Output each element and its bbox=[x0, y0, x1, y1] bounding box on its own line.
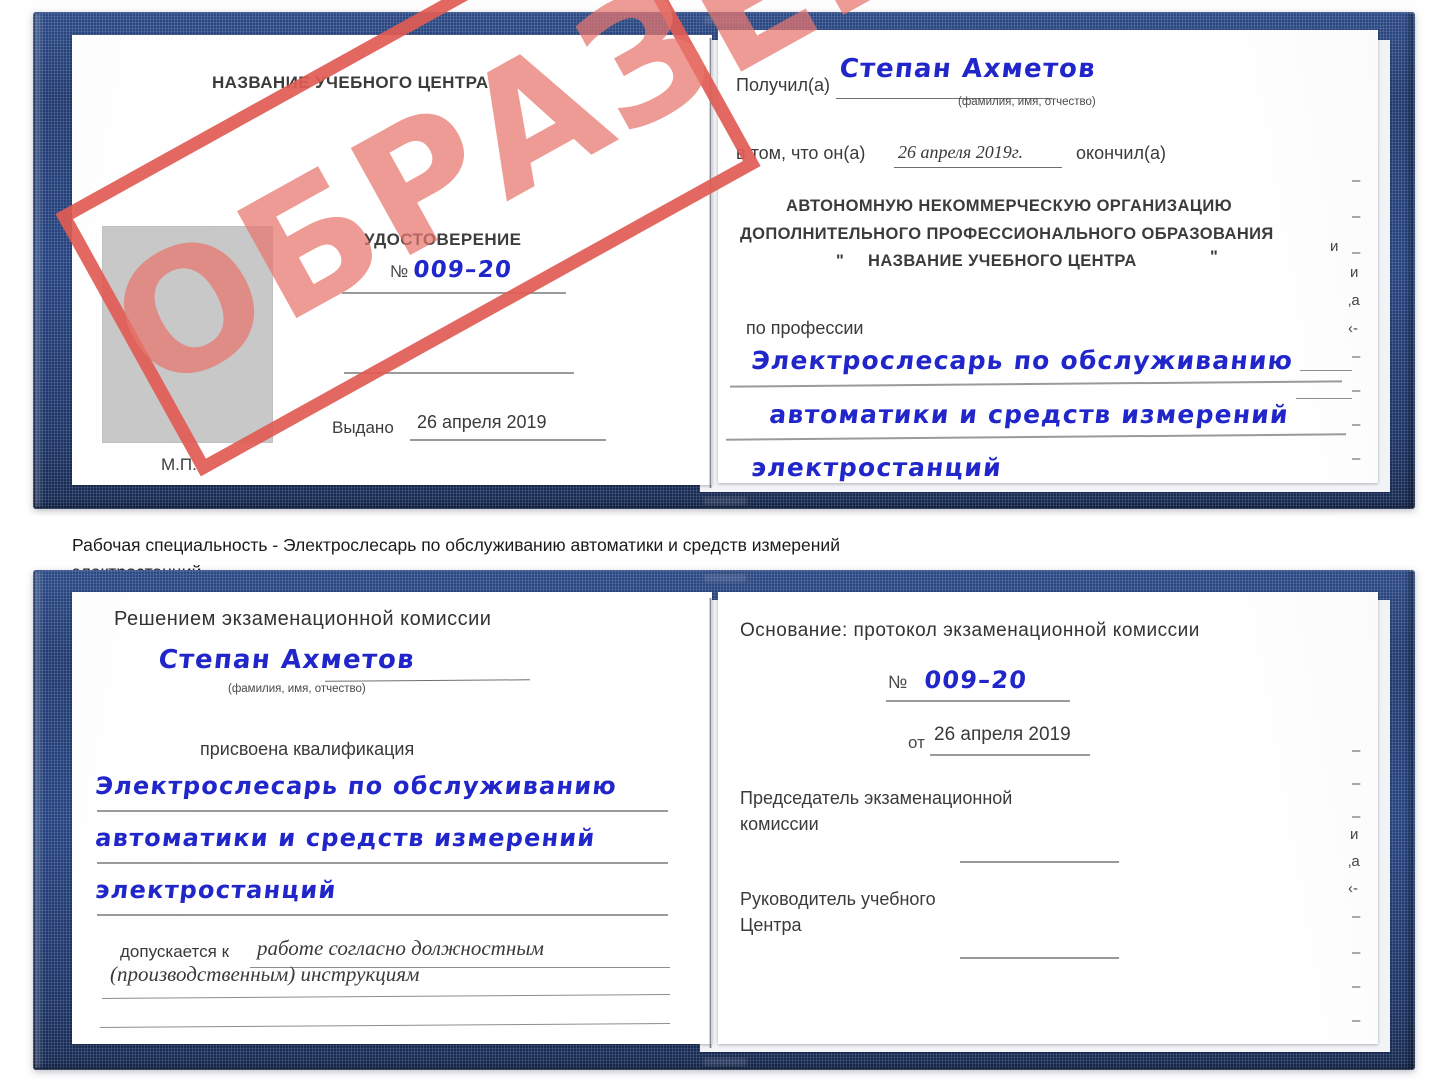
top-left-issued-rule bbox=[410, 439, 606, 441]
screenshot-root: НАЗВАНИЕ УЧЕБНОГО ЦЕНТРА УДОСТОВЕРЕНИЕ №… bbox=[0, 0, 1448, 1085]
bottom-left-allowed-label: допускается к bbox=[120, 942, 230, 961]
top-left-number-rule bbox=[342, 292, 566, 294]
bottom-right-chair-sign-rule bbox=[960, 861, 1119, 863]
top-left-center-name: НАЗВАНИЕ УЧЕБНОГО ЦЕНТРА bbox=[212, 73, 489, 92]
top-right-in-that-value: 26 апреля 2019г. bbox=[898, 142, 1024, 162]
cover-notch-bottom-2 bbox=[703, 1057, 747, 1067]
top-right-profession-line1: Электрослесарь по обслуживанию bbox=[750, 346, 1295, 375]
top-left-doc-title: УДОСТОВЕРЕНИЕ bbox=[364, 230, 522, 249]
cover-shadow-right bbox=[1404, 14, 1413, 507]
cover-notch-top-2 bbox=[703, 573, 747, 583]
top-right-profession-rule1 bbox=[730, 380, 1342, 388]
top-right-profession-line2: автоматики и средств измерений bbox=[768, 400, 1291, 429]
bottom-left-name-rule bbox=[324, 679, 531, 682]
top-left-issued-label: Выдано bbox=[332, 418, 394, 437]
bottom-left-allowed-rule3 bbox=[100, 1023, 670, 1028]
bottom-right-date-label: от bbox=[908, 733, 925, 752]
bottom-left-qualification-line3: электростанций bbox=[94, 876, 339, 904]
bottom-right-date-rule bbox=[930, 754, 1090, 756]
bottom-left-qualification-line1: Электрослесарь по обслуживанию bbox=[94, 772, 619, 800]
cover-highlight-left-2 bbox=[35, 572, 44, 1068]
cover-highlight-left bbox=[35, 14, 44, 507]
certificate-top-left-page: НАЗВАНИЕ УЧЕБНОГО ЦЕНТРА УДОСТОВЕРЕНИЕ №… bbox=[72, 35, 712, 485]
cover-notch-top bbox=[703, 15, 747, 25]
bottom-right-chair-line1: Председатель экзаменационной bbox=[740, 788, 1013, 808]
top-right-profession-line3: электростанций bbox=[750, 453, 1004, 482]
bottom-right-number-rule bbox=[886, 700, 1070, 702]
certificate-bottom-seam bbox=[709, 598, 712, 1048]
top-left-number-label: № bbox=[390, 262, 409, 281]
bottom-left-qual-rule3 bbox=[97, 914, 668, 916]
bottom-left-qualification-line2: автоматики и средств измерений bbox=[94, 824, 597, 852]
bottom-left-qual-rule1 bbox=[97, 810, 668, 812]
certificate-top-seam bbox=[709, 38, 712, 488]
certificate-bottom-right-page: Основание: протокол экзаменационной коми… bbox=[718, 592, 1378, 1044]
certificate-bottom-left-page: Решением экзаменационной комиссии Степан… bbox=[72, 592, 712, 1044]
bottom-left-decision-title: Решением экзаменационной комиссии bbox=[114, 608, 492, 630]
top-right-received-value: Степан Ахметов bbox=[838, 54, 1098, 84]
bottom-right-head-line1: Руководитель учебного bbox=[740, 889, 936, 909]
top-right-finished-label: окончил(а) bbox=[1076, 143, 1166, 163]
bottom-right-basis-label: Основание: протокол экзаменационной коми… bbox=[740, 620, 1200, 641]
bottom-right-number-value: 009–20 bbox=[923, 666, 1029, 694]
top-right-org-quote-open: " bbox=[836, 252, 845, 270]
bottom-left-allowed-value-1: работе согласно должностным bbox=[257, 936, 544, 960]
top-right-in-that-label: в том, что он(а) bbox=[736, 143, 866, 163]
bottom-left-allowed-rule2 bbox=[102, 994, 670, 999]
bottom-left-allowed-value-2: (производственным) инструкциям bbox=[110, 962, 420, 986]
bottom-left-name-hint: (фамилия, имя, отчество) bbox=[228, 683, 366, 695]
top-right-org-quote-close: " bbox=[1210, 248, 1219, 266]
top-left-issued-value: 26 апреля 2019 bbox=[417, 412, 547, 432]
top-right-profession-label: по профессии bbox=[746, 318, 864, 338]
top-left-seal-label: М.П. bbox=[161, 455, 197, 474]
top-right-received-label: Получил(а) bbox=[736, 75, 830, 95]
bottom-right-head-line2: Центра bbox=[740, 915, 802, 935]
top-right-profession-rule2 bbox=[726, 433, 1346, 441]
bottom-right-head-sign-rule bbox=[960, 957, 1119, 959]
cover-shadow-right-2 bbox=[1404, 572, 1413, 1068]
top-right-date-rule bbox=[894, 167, 1062, 168]
bottom-left-name-value: Степан Ахметов bbox=[157, 645, 417, 675]
top-left-blank-rule bbox=[344, 372, 574, 374]
top-right-name-hint: (фамилия, имя, отчество) bbox=[958, 96, 1096, 108]
bottom-right-date-value: 26 апреля 2019 bbox=[934, 724, 1071, 745]
top-right-org-line1: АВТОНОМНУЮ НЕКОММЕРЧЕСКУЮ ОРГАНИЗАЦИЮ bbox=[786, 197, 1232, 215]
caption-line-1: Рабочая специальность - Электрослесарь п… bbox=[72, 535, 840, 555]
cover-notch-bottom bbox=[703, 496, 747, 506]
photo-placeholder bbox=[103, 227, 272, 442]
top-right-org-line3: НАЗВАНИЕ УЧЕБНОГО ЦЕНТРА bbox=[868, 252, 1137, 270]
bottom-left-qual-rule2 bbox=[97, 862, 668, 864]
bottom-right-chair-line2: комиссии bbox=[740, 814, 819, 834]
bottom-left-qualification-label: присвоена квалификация bbox=[200, 739, 415, 759]
top-right-org-line2: ДОПОЛНИТЕЛЬНОГО ПРОФЕССИОНАЛЬНОГО ОБРАЗО… bbox=[740, 225, 1274, 243]
certificate-top-right-page: Получил(а) Степан Ахметов (фамилия, имя,… bbox=[718, 30, 1378, 483]
top-left-number-value: 009–20 bbox=[412, 257, 514, 283]
bottom-right-number-label: № bbox=[888, 672, 908, 692]
